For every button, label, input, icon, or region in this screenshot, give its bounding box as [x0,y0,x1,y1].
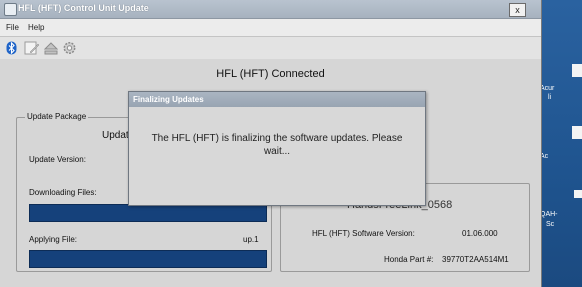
applying-label: Applying File: [29,235,78,244]
title-bar[interactable]: HFL (HFT) Control Unit Update x [0,0,541,19]
menu-help[interactable]: Help [28,23,44,32]
software-version-label: HFL (HFT) Software Version: [312,229,415,238]
desktop-shortcut-icon[interactable] [572,126,582,139]
edit-document-icon[interactable] [24,41,40,55]
close-button[interactable]: x [509,3,526,17]
connection-status: HFL (HFT) Connected [216,68,325,80]
menu-bar: File Help [0,19,541,37]
part-number-value: 39770T2AA514M1 [442,255,509,264]
main-window: HFL (HFT) Control Unit Update x File Hel… [0,0,542,287]
update-package-legend: Update Package [25,112,89,121]
menu-file[interactable]: File [6,23,19,32]
dialog-message: The HFL (HFT) is finalizing the software… [129,132,425,158]
desktop-shortcut-label: Acur [540,85,555,92]
bluetooth-icon[interactable] [6,41,17,55]
downloading-label: Downloading Files: [29,188,97,197]
software-version-value: 01.06.000 [462,229,498,238]
downloading-progress-bar [29,204,267,222]
part-number-label: Honda Part #: [384,255,434,264]
window-title: HFL (HFT) Control Unit Update [18,3,149,13]
applying-file-value: up.1 [243,235,259,244]
desktop-shortcut-icon[interactable] [574,190,582,198]
eject-icon[interactable] [44,41,58,55]
desktop-shortcut-label: Ac [540,153,549,160]
applying-progress-bar [29,250,267,268]
dialog-title: Finalizing Updates [133,95,204,104]
update-version-label: Update Version: [29,155,86,164]
desktop-shortcut-icon[interactable] [572,64,582,77]
dialog-title-bar[interactable]: Finalizing Updates [129,92,425,107]
dialog-message-line: The HFL (HFT) is finalizing the software… [151,133,403,144]
desktop-area: Acur li Ac QAH- Sc [540,0,582,287]
toolbar [0,37,541,59]
desktop-shortcut-label: Sc [546,221,555,228]
desktop-shortcut-label: li [548,94,552,101]
dialog-message-line: wait... [263,146,291,157]
finalizing-dialog: Finalizing Updates The HFL (HFT) is fina… [128,91,426,206]
update-heading: Updat [102,130,129,141]
gear-icon[interactable] [62,41,77,55]
app-icon [4,3,17,16]
desktop-shortcut-label: QAH- [540,211,558,218]
